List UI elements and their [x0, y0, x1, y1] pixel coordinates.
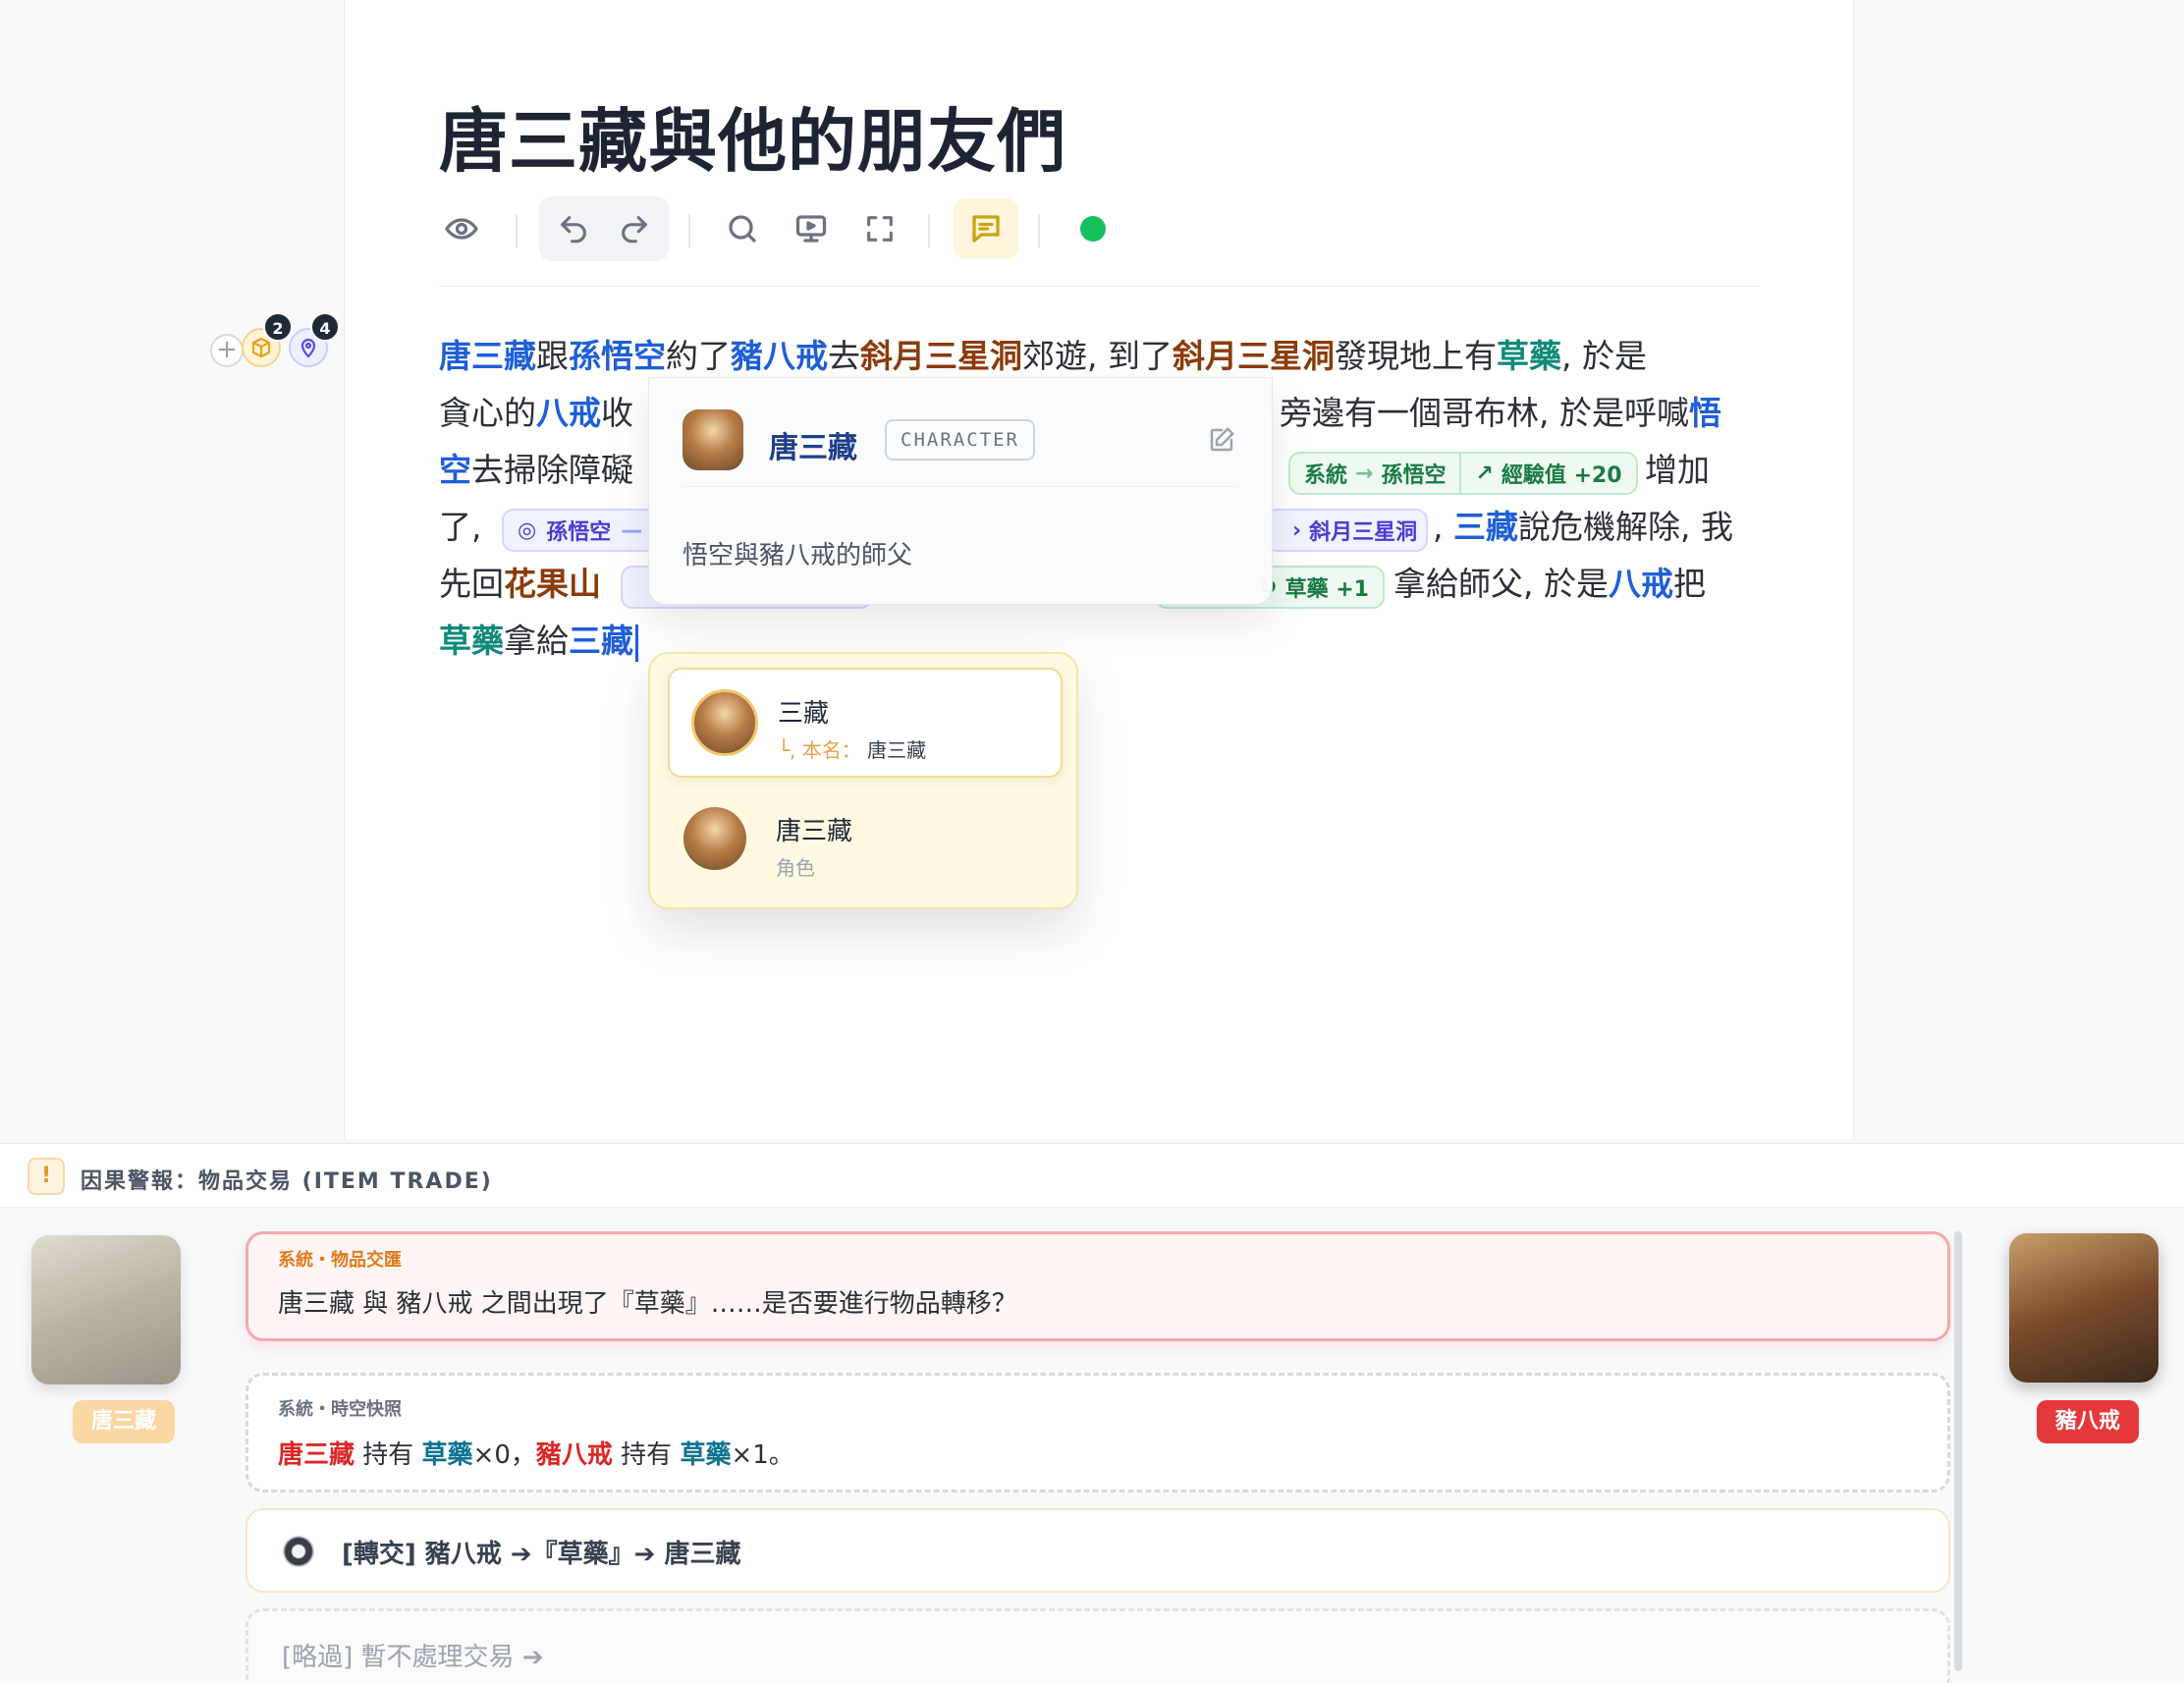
location-count-badge: 4: [310, 312, 340, 342]
entity-character[interactable]: 三藏: [569, 622, 633, 660]
mention-suggestion-menu: 三藏 └, 本名： 唐三藏 唐三藏 角色: [648, 652, 1078, 909]
entity-location[interactable]: 斜月三星洞: [1173, 337, 1335, 375]
entity-location[interactable]: 斜月三星洞: [860, 337, 1022, 375]
radio-icon[interactable]: [283, 1536, 314, 1567]
character-name-badge: 豬八戒: [2037, 1400, 2139, 1443]
divider: [682, 486, 1238, 487]
entity-description: 悟空與豬八戒的師父: [682, 541, 913, 570]
toolbar-divider: [516, 214, 518, 247]
add-block-button[interactable]: +: [210, 334, 244, 367]
history-group: [539, 196, 669, 261]
character-avatar: [691, 689, 758, 756]
transfer-option[interactable]: [轉交] 豬八戒 ➔『草藥』➔ 唐三藏: [246, 1508, 1950, 1593]
entity-character[interactable]: 空: [439, 451, 471, 489]
entity-hover-card: 唐三藏 CHARACTER 悟空與豬八戒的師父: [648, 377, 1273, 605]
alert-title: 因果警報：物品交易 (ITEM TRADE): [81, 1169, 493, 1194]
trending-up-icon: ↗: [1475, 461, 1494, 486]
fullscreen-icon[interactable]: [855, 204, 904, 253]
trade-alert-card: 系統・物品交匯 唐三藏 與 豬八戒 之間出現了『草藥』……是否要進行物品轉移？: [246, 1231, 1950, 1341]
entity-item[interactable]: 草藥: [1497, 337, 1561, 375]
snapshot-card: 系統・時空快照 唐三藏 持有 草藥×0，豬八戒 持有 草藥×1。: [246, 1373, 1950, 1493]
comment-button[interactable]: [954, 198, 1018, 259]
text-line: 草藥拿給三藏: [439, 613, 1760, 670]
arrow-right-icon: →: [1355, 461, 1374, 486]
undo-icon[interactable]: [551, 206, 596, 251]
entity-character[interactable]: 豬八戒: [731, 337, 828, 375]
editor-toolbar: [439, 192, 1760, 287]
toolbar-divider: [688, 214, 690, 247]
eye-icon[interactable]: [439, 202, 484, 255]
character-portrait-left: [31, 1235, 181, 1384]
search-icon[interactable]: [718, 204, 767, 253]
character-portrait-right: [2009, 1233, 2158, 1383]
causality-alert-header: ! 因果警報：物品交易 (ITEM TRADE): [0, 1143, 2184, 1208]
item-count-badge: 2: [263, 312, 293, 342]
character-avatar: [683, 807, 746, 870]
trade-panel: 系統・物品交匯 唐三藏 與 豬八戒 之間出現了『草藥』……是否要進行物品轉移？ …: [242, 1231, 1962, 1683]
edit-icon[interactable]: [1207, 425, 1236, 459]
system-event-chip[interactable]: 系統 → 孫悟空 ↗ 經驗值 +20: [1288, 452, 1638, 495]
comment-icon: [961, 204, 1010, 253]
alias-arrow-icon: └,: [778, 738, 796, 762]
map-pin-icon: ◎: [518, 517, 537, 543]
entity-character[interactable]: 三藏: [1453, 508, 1518, 546]
sync-status-indicator: [1080, 216, 1106, 242]
text-cursor: [635, 624, 638, 662]
entity-character[interactable]: 悟: [1689, 394, 1721, 432]
entity-character[interactable]: 唐三藏: [439, 337, 536, 375]
redo-icon[interactable]: [612, 206, 657, 251]
location-chip[interactable]: ◎ 孫悟空 —: [502, 509, 659, 552]
suggestion-item-alias[interactable]: 三藏 └, 本名： 唐三藏: [668, 668, 1063, 778]
entity-type-badge: CHARACTER: [885, 419, 1035, 461]
monitor-play-icon[interactable]: [787, 204, 836, 253]
entity-character[interactable]: 八戒: [1609, 565, 1673, 603]
entity-character[interactable]: 八戒: [536, 394, 601, 432]
alert-circle-icon: !: [27, 1158, 65, 1195]
document-title[interactable]: 唐三藏與他的朋友們: [439, 86, 1066, 186]
toolbar-divider: [1038, 214, 1040, 247]
scrollbar[interactable]: [1954, 1231, 1962, 1671]
character-name-badge: 唐三藏: [73, 1400, 175, 1443]
skip-option[interactable]: [略過] 暫不處理交易 ➔: [246, 1608, 1950, 1683]
entity-location[interactable]: 花果山: [504, 565, 601, 603]
location-chip[interactable]: › 斜月三星洞: [1265, 509, 1428, 552]
character-avatar: [682, 409, 743, 470]
suggestion-item-character[interactable]: 唐三藏 角色: [668, 787, 1063, 897]
chevron-right-icon: ›: [1292, 517, 1302, 543]
entity-name: 唐三藏: [769, 431, 857, 465]
entity-character[interactable]: 孫悟空: [569, 337, 666, 375]
toolbar-divider: [928, 214, 930, 247]
entity-item[interactable]: 草藥: [439, 622, 504, 660]
